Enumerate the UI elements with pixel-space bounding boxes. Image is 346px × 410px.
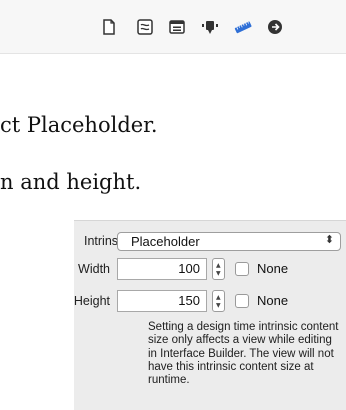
document-text-line: n and height. xyxy=(0,170,142,194)
intrinsic-size-value: Placeholder xyxy=(131,234,200,249)
stepper-up-icon[interactable]: ▲ xyxy=(216,295,221,301)
width-stepper[interactable]: ▲ ▼ xyxy=(212,258,225,280)
height-label: Height xyxy=(73,294,110,308)
popup-arrows-icon: ⬍ xyxy=(324,233,334,246)
height-stepper[interactable]: ▲ ▼ xyxy=(212,290,225,312)
width-label: Width xyxy=(78,262,110,276)
connections-inspector-icon[interactable] xyxy=(266,18,284,36)
stepper-down-icon[interactable]: ▼ xyxy=(216,271,221,277)
attributes-inspector-icon[interactable] xyxy=(201,18,219,36)
width-none-checkbox[interactable] xyxy=(235,262,249,276)
width-field[interactable]: 100 xyxy=(117,258,207,280)
intrinsic-size-help-text: Setting a design time intrinsic content … xyxy=(148,321,339,387)
height-none-label[interactable]: None xyxy=(257,293,288,308)
stepper-down-icon[interactable]: ▼ xyxy=(216,303,221,309)
quick-help-icon[interactable] xyxy=(136,18,154,36)
width-none-label[interactable]: None xyxy=(257,261,288,276)
intrinsic-size-popup[interactable]: Placeholder ⬍ xyxy=(117,232,341,251)
height-none-checkbox[interactable] xyxy=(235,294,249,308)
height-field[interactable]: 150 xyxy=(117,290,207,312)
size-inspector-icon[interactable] xyxy=(234,18,252,36)
file-inspector-icon[interactable] xyxy=(100,18,118,36)
document-text-line: ct Placeholder. xyxy=(0,113,158,137)
stepper-up-icon[interactable]: ▲ xyxy=(216,263,221,269)
identity-inspector-icon[interactable] xyxy=(168,18,186,36)
inspector-toolbar xyxy=(0,0,346,54)
